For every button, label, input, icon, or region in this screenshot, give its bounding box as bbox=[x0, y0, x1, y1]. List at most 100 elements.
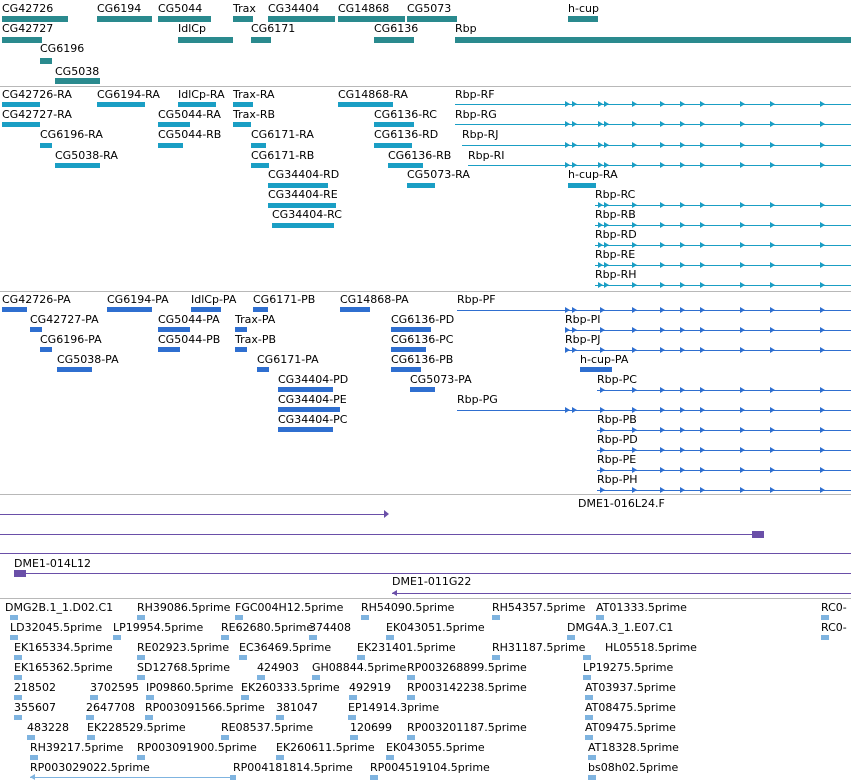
feature-glyph[interactable] bbox=[312, 675, 320, 680]
feature-label[interactable]: AT09475.5prime bbox=[585, 721, 676, 734]
feature-glyph[interactable] bbox=[357, 655, 365, 660]
feature-glyph[interactable] bbox=[14, 695, 22, 700]
feature-glyph[interactable] bbox=[268, 203, 336, 208]
feature-label[interactable]: CG6171 bbox=[251, 22, 295, 35]
feature-label[interactable]: Rbp-RF bbox=[455, 88, 495, 101]
feature-label[interactable]: 2647708 bbox=[86, 701, 135, 714]
feature-label[interactable]: CG6136-RC bbox=[374, 108, 437, 121]
feature-label[interactable]: EK165334.5prime bbox=[14, 641, 113, 654]
feature-glyph[interactable] bbox=[233, 122, 251, 127]
feature-label[interactable]: CG14868-RA bbox=[338, 88, 408, 101]
feature-label[interactable]: Trax-RA bbox=[233, 88, 275, 101]
feature-label[interactable]: CG42727 bbox=[2, 22, 53, 35]
feature-glyph[interactable] bbox=[386, 755, 394, 760]
feature-glyph[interactable] bbox=[178, 37, 233, 43]
feature-label[interactable]: CG6196-PA bbox=[40, 333, 102, 346]
feature-label[interactable]: Trax-PA bbox=[235, 313, 275, 326]
feature-label[interactable]: EK043051.5prime bbox=[386, 621, 485, 634]
feature-glyph[interactable] bbox=[86, 715, 94, 720]
feature-label[interactable]: DME1-016L24.F bbox=[578, 497, 665, 510]
feature-label[interactable]: CG6136-RB bbox=[388, 149, 451, 162]
feature-glyph[interactable] bbox=[97, 16, 152, 22]
feature-glyph[interactable] bbox=[87, 735, 95, 740]
feature-label[interactable]: EC36469.5prime bbox=[239, 641, 331, 654]
feature-label[interactable]: CG5038-RA bbox=[55, 149, 118, 162]
feature-label[interactable]: IP09860.5prime bbox=[146, 681, 233, 694]
feature-label[interactable]: EK260333.5prime bbox=[241, 681, 340, 694]
feature-label[interactable]: EP14914.3prime bbox=[348, 701, 439, 714]
feature-glyph[interactable] bbox=[55, 163, 100, 168]
feature-label[interactable]: CG42727-PA bbox=[30, 313, 99, 326]
feature-glyph[interactable] bbox=[14, 675, 22, 680]
feature-glyph[interactable] bbox=[191, 307, 221, 312]
feature-label[interactable]: 381047 bbox=[276, 701, 318, 714]
feature-label[interactable]: CG6194-PA bbox=[107, 293, 169, 306]
feature-label[interactable]: RP004519104.5prime bbox=[370, 761, 490, 774]
feature-glyph[interactable] bbox=[410, 387, 435, 392]
feature-label[interactable]: RH54090.5prime bbox=[361, 601, 454, 614]
feature-label[interactable]: RE08537.5prime bbox=[221, 721, 313, 734]
feature-glyph[interactable] bbox=[40, 347, 52, 352]
feature-glyph[interactable] bbox=[407, 16, 457, 22]
feature-glyph[interactable] bbox=[588, 775, 596, 780]
feature-label[interactable]: Rbp-PB bbox=[597, 413, 637, 426]
feature-glyph[interactable] bbox=[350, 735, 358, 740]
feature-label[interactable]: Rbp bbox=[455, 22, 477, 35]
feature-label[interactable]: CG42726-RA bbox=[2, 88, 72, 101]
feature-glyph[interactable] bbox=[158, 16, 211, 22]
feature-label[interactable]: CG6194-RA bbox=[97, 88, 160, 101]
feature-glyph[interactable] bbox=[268, 16, 335, 22]
feature-glyph[interactable] bbox=[137, 755, 145, 760]
feature-glyph[interactable] bbox=[158, 143, 183, 148]
feature-label[interactable]: DME1-014L12 bbox=[14, 557, 91, 570]
feature-glyph[interactable] bbox=[585, 715, 593, 720]
feature-glyph[interactable] bbox=[407, 183, 435, 188]
feature-glyph[interactable] bbox=[348, 715, 356, 720]
feature-label[interactable]: Rbp-RH bbox=[595, 268, 637, 281]
feature-glyph[interactable] bbox=[30, 327, 42, 332]
feature-glyph[interactable] bbox=[568, 16, 598, 22]
feature-label[interactable]: Rbp-PD bbox=[597, 433, 638, 446]
feature-glyph[interactable] bbox=[821, 615, 829, 620]
feature-glyph[interactable] bbox=[278, 387, 333, 392]
feature-label[interactable]: CG34404-PE bbox=[278, 393, 347, 406]
feature-label[interactable]: RP003091900.5prime bbox=[137, 741, 257, 754]
feature-label[interactable]: CG6136 bbox=[374, 22, 418, 35]
feature-glyph[interactable] bbox=[278, 407, 340, 412]
feature-label[interactable]: Rbp-RI bbox=[468, 149, 504, 162]
feature-glyph[interactable] bbox=[340, 307, 370, 312]
feature-glyph[interactable] bbox=[107, 307, 152, 312]
feature-label[interactable]: h-cup bbox=[568, 2, 599, 15]
feature-label[interactable]: CG6136-PD bbox=[391, 313, 454, 326]
feature-label[interactable]: RH39086.5prime bbox=[137, 601, 230, 614]
feature-label[interactable]: EK228529.5prime bbox=[87, 721, 186, 734]
feature-glyph[interactable] bbox=[276, 715, 284, 720]
feature-label[interactable]: HL05518.5prime bbox=[605, 641, 697, 654]
feature-glyph[interactable] bbox=[221, 635, 229, 640]
feature-label[interactable]: 492919 bbox=[349, 681, 391, 694]
feature-label[interactable]: IdlCp-RA bbox=[178, 88, 225, 101]
feature-glyph[interactable] bbox=[137, 675, 145, 680]
feature-glyph[interactable] bbox=[55, 78, 100, 84]
feature-glyph[interactable] bbox=[278, 427, 333, 432]
feature-label[interactable]: Rbp-PH bbox=[597, 473, 637, 486]
feature-glyph[interactable] bbox=[233, 102, 253, 107]
feature-label[interactable]: Rbp-RC bbox=[595, 188, 635, 201]
feature-glyph[interactable] bbox=[391, 327, 431, 332]
feature-glyph[interactable] bbox=[137, 655, 145, 660]
feature-label[interactable]: RP004181814.5prime bbox=[233, 761, 353, 774]
feature-label[interactable]: CG6196 bbox=[40, 42, 84, 55]
feature-label[interactable]: IdlCp bbox=[178, 22, 206, 35]
feature-label[interactable]: EK165362.5prime bbox=[14, 661, 113, 674]
feature-label[interactable]: Rbp-RD bbox=[595, 228, 637, 241]
feature-label[interactable]: CG5044-RB bbox=[158, 128, 221, 141]
feature-label[interactable]: IdlCp-PA bbox=[191, 293, 236, 306]
feature-label[interactable]: AT18328.5prime bbox=[588, 741, 679, 754]
feature-glyph[interactable] bbox=[57, 367, 92, 372]
feature-label[interactable]: 483228 bbox=[27, 721, 69, 734]
feature-label[interactable]: CG5073 bbox=[407, 2, 451, 15]
feature-label[interactable]: GH08844.5prime bbox=[312, 661, 406, 674]
feature-label[interactable]: RC0- bbox=[821, 601, 847, 614]
feature-glyph[interactable] bbox=[221, 735, 229, 740]
feature-glyph[interactable] bbox=[2, 16, 68, 22]
